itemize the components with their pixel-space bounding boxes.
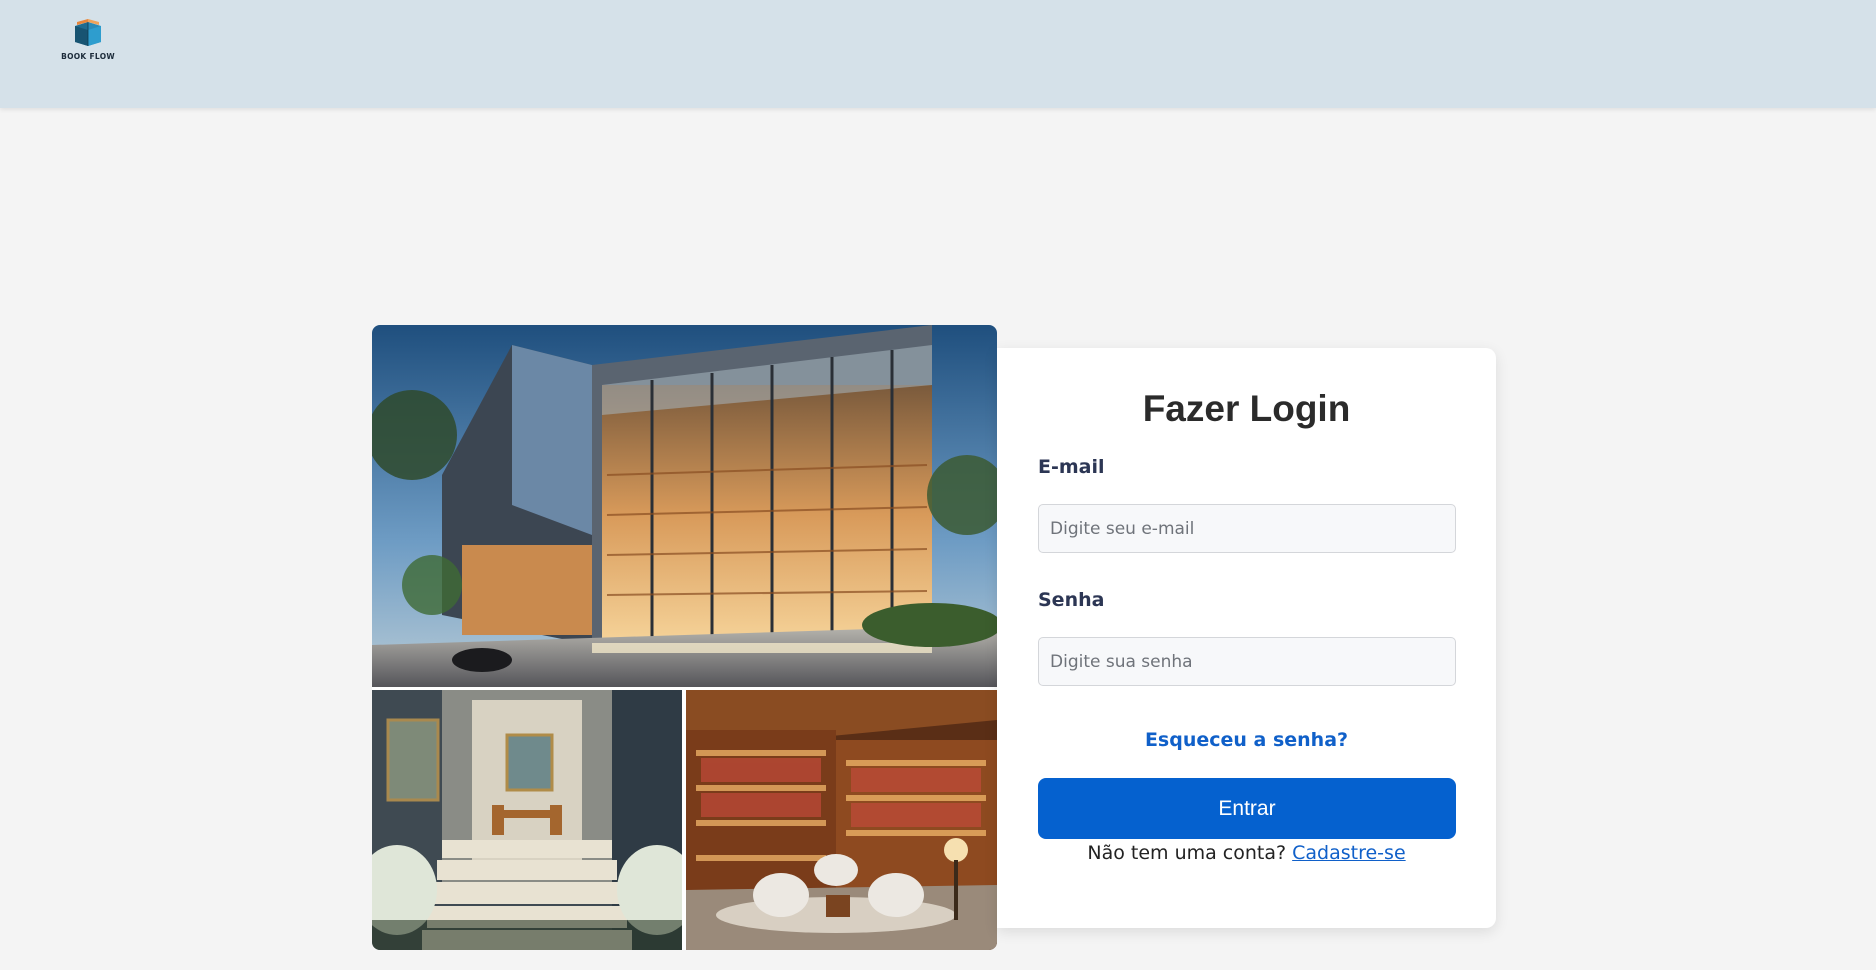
logo-text: BOOK FLOW [61, 52, 115, 61]
image-gallery [372, 325, 997, 950]
signup-link[interactable]: Cadastre-se [1292, 842, 1406, 864]
building-image [372, 325, 997, 687]
password-field[interactable] [1038, 637, 1456, 686]
stairs-entrance-photo [372, 690, 682, 950]
signup-prompt-text: Não tem uma conta? [1087, 842, 1287, 864]
password-label: Senha [1038, 589, 1105, 611]
stairs-image [372, 690, 682, 950]
signup-prompt: Não tem uma conta? Cadastre-se [997, 842, 1496, 864]
login-card: Fazer Login E-mail Senha Esqueceu a senh… [997, 348, 1496, 928]
forgot-password-link[interactable]: Esqueceu a senha? [997, 729, 1496, 751]
book-flow-logo[interactable]: BOOK FLOW [56, 18, 120, 66]
email-label: E-mail [1038, 456, 1105, 478]
bookstore-exterior-photo [372, 325, 997, 687]
bookshelves-image [686, 690, 997, 950]
top-bar: BOOK FLOW [0, 0, 1876, 108]
login-button[interactable]: Entrar [1038, 778, 1456, 839]
open-book-icon [75, 19, 101, 46]
reading-lounge-photo [686, 690, 997, 950]
page-title: Fazer Login [1142, 388, 1351, 429]
email-field[interactable] [1038, 504, 1456, 553]
